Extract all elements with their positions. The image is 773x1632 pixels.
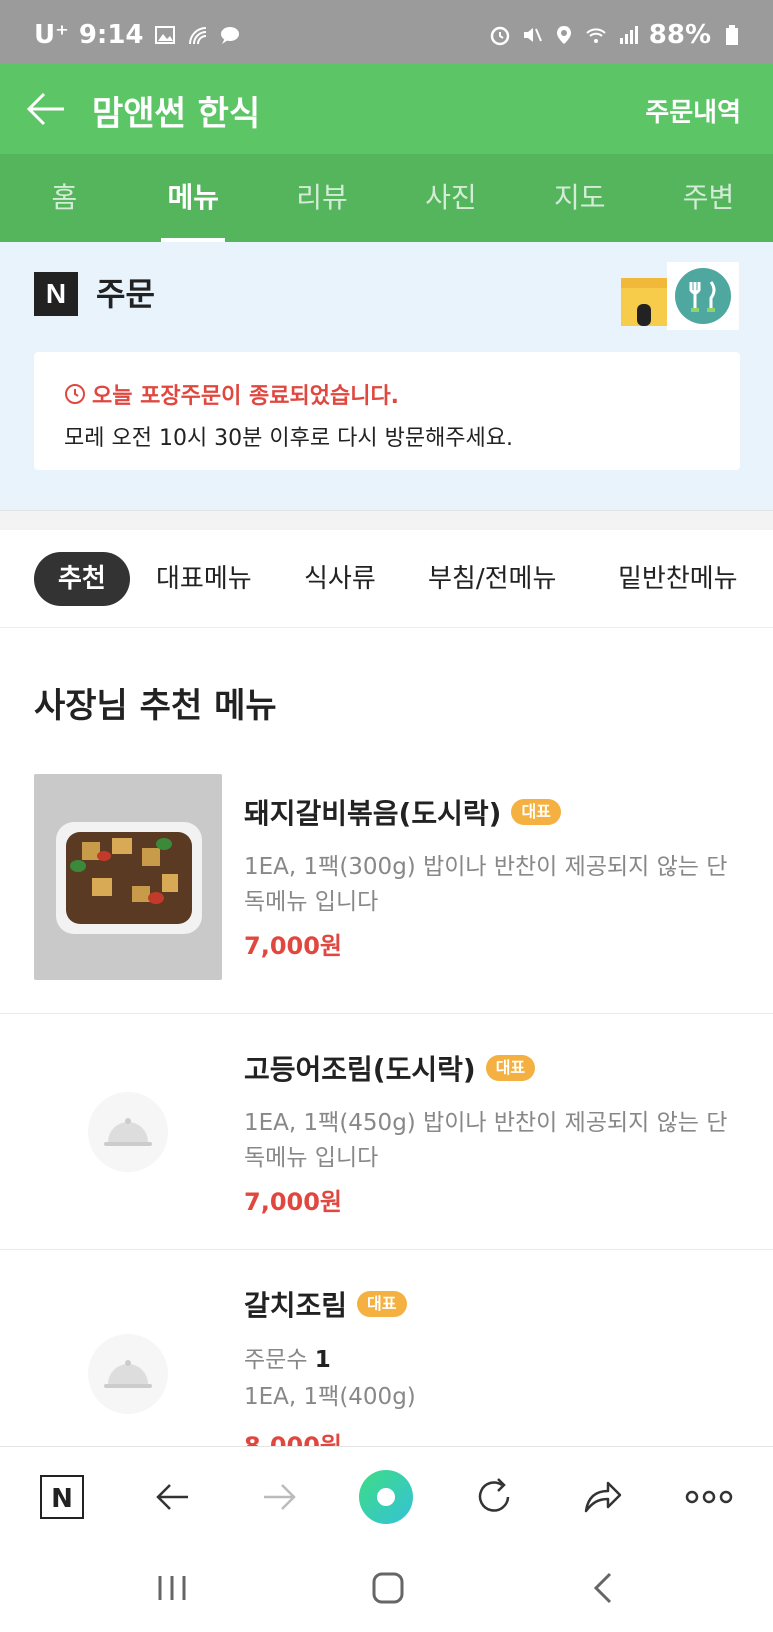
food-photo (34, 774, 222, 980)
gallery-icon (154, 26, 175, 44)
food-placeholder (88, 1334, 168, 1414)
signature-badge: 대표 (511, 799, 561, 825)
food-placeholder (88, 1092, 168, 1172)
notice-message: 모레 오전 10시 30분 이후로 다시 방문해주세요. (64, 426, 514, 451)
carrier-label: U⁺ (34, 20, 69, 50)
naver-home-button[interactable]: N (40, 1475, 84, 1519)
menu-item-name: 고등어조림(도시락) 대표 (244, 1048, 536, 1088)
menu-item-name: 돼지갈비볶음(도시락) 대표 (244, 792, 561, 832)
order-count-label: 주문수 (244, 1347, 308, 1373)
system-navigation (0, 1546, 773, 1632)
menu-item[interactable]: 갈치조림 대표 주문수 1 1EA, 1팩(400g) 8,000원 (0, 1250, 773, 1446)
signature-badge: 대표 (357, 1291, 407, 1317)
menu-item-name: 갈치조림 대표 (244, 1284, 407, 1324)
wifi-icon (586, 28, 606, 43)
order-history-link[interactable]: 주문내역 (645, 92, 741, 129)
notice-warning: 오늘 포장주문이 종료되었습니다. (64, 378, 710, 410)
cloche-icon (104, 1360, 152, 1388)
section-divider (0, 510, 773, 530)
tab-map[interactable]: 지도 (515, 154, 644, 242)
signature-badge: 대표 (485, 1055, 536, 1081)
tab-photo[interactable]: 사진 (386, 154, 515, 242)
menu-item-title: 갈치조림 (244, 1289, 348, 1322)
order-count-value: 1 (314, 1347, 331, 1373)
nfc-icon (188, 27, 206, 45)
forward-icon[interactable] (256, 1473, 304, 1521)
tab-nearby[interactable]: 주변 (644, 154, 773, 242)
menu-item-desc: 1EA, 1팩(400g) (244, 1384, 416, 1410)
menu-item-price: 8,000원 (244, 1432, 342, 1446)
section-title: 사장님 추천 메뉴 (34, 686, 277, 726)
order-title: 주문 (96, 275, 155, 313)
browser-toolbar: N (0, 1446, 773, 1546)
naver-logo: N (34, 272, 78, 316)
tab-menu[interactable]: 메뉴 (129, 154, 258, 242)
mute-icon (523, 28, 542, 42)
back-icon[interactable] (148, 1473, 196, 1521)
battery-percent: 88% (648, 20, 711, 50)
chip-side-dishes[interactable]: 밑반찬메뉴 (618, 552, 738, 606)
status-bar: U⁺ 9:14 88% (0, 0, 773, 64)
order-closed-notice: 오늘 포장주문이 종료되었습니다. 모레 오전 10시 30분 이후로 다시 방… (34, 352, 740, 470)
back-arrow-icon[interactable] (24, 86, 70, 132)
battery-icon (726, 25, 738, 45)
app-header: 맘앤썬 한식 주문내역 (0, 64, 773, 154)
share-icon[interactable] (578, 1473, 626, 1521)
order-count: 주문수 1 (244, 1340, 331, 1374)
clock: 9:14 (78, 20, 144, 50)
menu-item-title: 고등어조림(도시락) (244, 1053, 476, 1086)
home-icon[interactable] (368, 1568, 408, 1608)
cloche-icon (104, 1118, 152, 1146)
tab-bar: 홈 메뉴 리뷰 사진 지도 주변 (0, 154, 773, 242)
menu-item-price: 7,000원 (244, 932, 342, 960)
notice-warning-text: 오늘 포장주문이 종료되었습니다. (92, 384, 400, 409)
naver-order-section: N 주문 오늘 포장주문이 종료되었습니다. 모레 오전 10시 30분 이후로… (0, 242, 773, 510)
menu-item[interactable]: 고등어조림(도시락) 대표 1EA, 1팩(450g) 밥이나 반찬이 제공되지… (0, 1014, 773, 1250)
category-chips: 추천 대표메뉴 식사류 부침/전메뉴 밑반찬메뉴 (0, 530, 773, 628)
refresh-icon[interactable] (470, 1473, 518, 1521)
clock-icon (65, 384, 85, 404)
page-title: 맘앤썬 한식 (92, 94, 261, 134)
store-utensils-icon (621, 262, 739, 330)
more-icon[interactable] (684, 1473, 734, 1521)
chip-meals[interactable]: 식사류 (304, 552, 376, 606)
chip-pancakes[interactable]: 부침/전메뉴 (428, 552, 556, 606)
location-icon (556, 26, 571, 44)
signal-icon (619, 26, 638, 44)
chat-bubble-icon (220, 27, 239, 44)
system-back-icon[interactable] (584, 1568, 624, 1608)
green-dot-icon[interactable] (356, 1467, 416, 1527)
menu-item-price: 7,000원 (244, 1188, 342, 1216)
alarm-icon (490, 26, 510, 46)
menu-item[interactable]: 돼지갈비볶음(도시락) 대표 1EA, 1팩(300g) 밥이나 반찬이 제공되… (0, 758, 773, 1014)
chip-recommended[interactable]: 추천 (34, 552, 130, 606)
menu-item-title: 돼지갈비볶음(도시락) (244, 797, 502, 830)
tab-review[interactable]: 리뷰 (258, 154, 387, 242)
recent-apps-icon[interactable] (152, 1568, 192, 1608)
tab-home[interactable]: 홈 (0, 154, 129, 242)
menu-item-desc: 1EA, 1팩(300g) 밥이나 반찬이 제공되지 않는 단독메뉴 입니다 (244, 854, 728, 915)
chip-signature[interactable]: 대표메뉴 (156, 552, 252, 606)
menu-item-desc: 1EA, 1팩(450g) 밥이나 반찬이 제공되지 않는 단독메뉴 입니다 (244, 1110, 728, 1171)
